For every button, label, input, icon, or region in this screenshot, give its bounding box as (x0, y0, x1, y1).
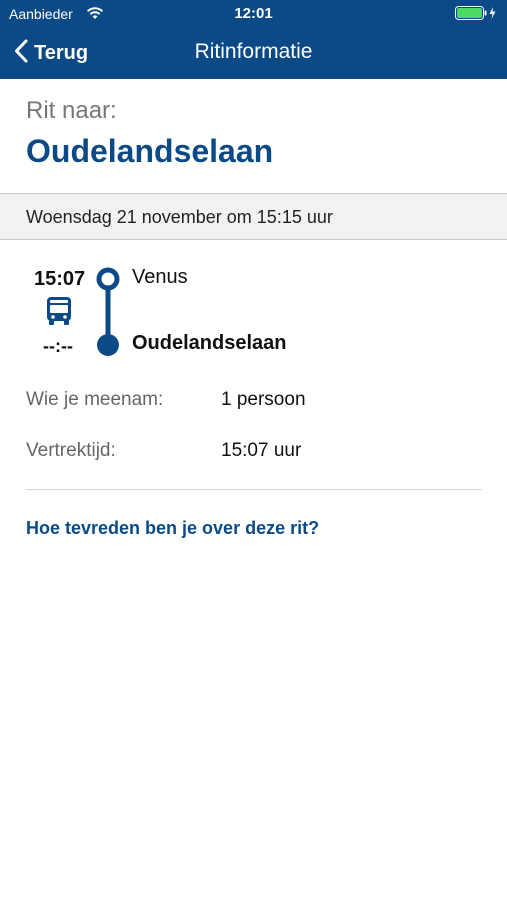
status-bar: Aanbieder 12:01 (0, 0, 507, 27)
clock: 12:01 (234, 5, 273, 22)
date-band: Woensdag 21 november om 15:15 uur (0, 193, 507, 240)
passengers-label: Wie je meenam: (26, 389, 164, 410)
route-block: 15:07 --:-- Venus Oudelandselaan (0, 262, 507, 362)
arrival-time: --:-- (43, 336, 73, 356)
divider (26, 489, 482, 490)
feedback-link[interactable]: Hoe tevreden ben je over deze rit? (26, 518, 319, 539)
passengers-row: Wie je meenam: 1 persoon (26, 389, 486, 417)
trip-date: Woensdag 21 november om 15:15 uur (26, 207, 333, 227)
departure-time: 15:07 (34, 268, 86, 290)
route-line-icon (96, 265, 120, 366)
screen: Aanbieder 12:01 Terug Ritinformatie Rit … (0, 0, 507, 900)
page-title: Ritinformatie (194, 40, 313, 63)
departure-label: Vertrektijd: (26, 440, 116, 461)
battery-icon (455, 6, 499, 25)
top-bar: Aanbieder 12:01 Terug Ritinformatie (0, 0, 507, 79)
destination-block: Rit naar: Oudelandselaan (26, 96, 273, 172)
departure-row: Vertrektijd: 15:07 uur (26, 440, 486, 468)
origin-stop: Venus (132, 266, 188, 288)
destination-name: Oudelandselaan (26, 133, 274, 169)
nav-bar: Terug Ritinformatie (0, 27, 507, 79)
bus-icon (46, 296, 72, 331)
passengers-value: 1 persoon (221, 389, 306, 410)
departure-value: 15:07 uur (221, 440, 302, 461)
destination-label: Rit naar: (26, 97, 117, 124)
destination-stop: Oudelandselaan (132, 332, 287, 354)
